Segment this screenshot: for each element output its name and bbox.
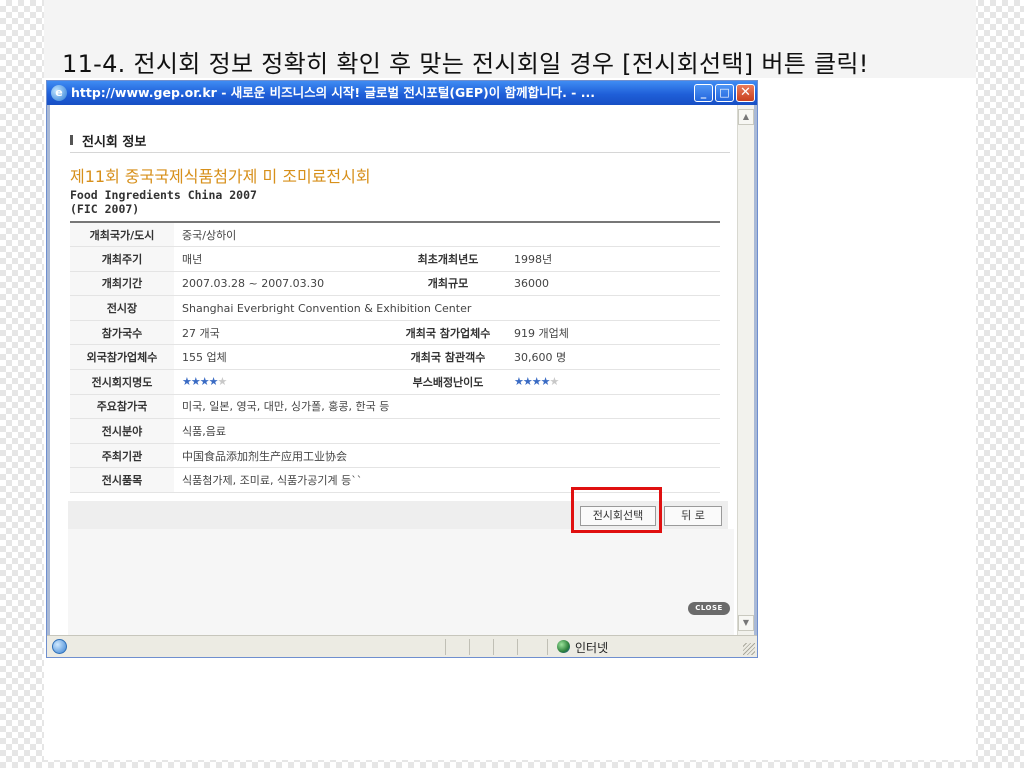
status-divider (469, 639, 470, 655)
row-value: 36000 (506, 271, 720, 297)
table-row: 전시분야 식품,음료 (70, 418, 720, 444)
window-titlebar[interactable]: e http://www.gep.or.kr - 새로운 비즈니스의 시작! 글… (47, 81, 757, 105)
row-label: 최초개최년도 (390, 246, 506, 272)
row-label: 전시품목 (70, 467, 174, 494)
page-status-icon (52, 639, 67, 654)
table-row: 외국참가업체수 155 업체 개최국 참관객수 30,600 명 (70, 344, 720, 371)
table-row: 참가국수 27 개국 개최국 참가업체수 919 개업체 (70, 320, 720, 346)
row-value: 919 개업체 (506, 320, 720, 346)
row-value: 27 개국 (174, 320, 390, 346)
star-filled-icon: ★ (190, 375, 201, 389)
row-value: Shanghai Everbright Convention & Exhibit… (174, 295, 720, 321)
table-row: 주요참가국 미국, 일본, 영국, 대만, 싱가폴, 홍콩, 한국 등 (70, 394, 720, 420)
scroll-up-arrow-icon[interactable]: ▲ (738, 109, 754, 125)
event-name-english-line2: (FIC 2007) (70, 202, 140, 216)
row-label: 부스배정난이도 (390, 369, 506, 395)
table-row: 전시장 Shanghai Everbright Convention & Exh… (70, 295, 720, 321)
browser-client-area: CLOSE 전시회 정보 제11회 중국국제식품첨가제 미 조미료전시회 Foo… (47, 105, 757, 635)
window-title: http://www.gep.or.kr - 새로운 비즈니스의 시작! 글로벌… (71, 85, 595, 100)
scroll-down-arrow-icon[interactable]: ▼ (738, 615, 754, 631)
status-bar: 인터넷 (47, 635, 757, 657)
maximize-icon[interactable]: □ (715, 84, 734, 102)
browser-popup-window: e http://www.gep.or.kr - 새로운 비즈니스의 시작! 글… (46, 80, 758, 658)
row-label: 참가국수 (70, 320, 174, 346)
row-label: 전시장 (70, 295, 174, 321)
star-filled-icon: ★ (540, 375, 551, 389)
internet-zone-icon (557, 640, 570, 653)
close-icon[interactable]: ✕ (736, 84, 755, 102)
row-value: 中国食品添加剂生产应用工业协会 (174, 443, 720, 469)
star-filled-icon: ★ (514, 375, 524, 389)
table-row: 개최국가/도시 중국/상하이 (70, 222, 720, 248)
star-filled-icon: ★ (522, 375, 533, 389)
row-value: 30,600 명 (506, 344, 720, 371)
slide-header: 11-4. 전시회 정보 정확히 확인 후 맞는 전시회일 경우 [전시회선택]… (44, 0, 976, 78)
row-value: 미국, 일본, 영국, 대만, 싱가폴, 홍콩, 한국 등 (174, 394, 720, 420)
exhibition-info-table: 개최국가/도시 중국/상하이 개최주기 매년 최초개최년도 1998년 개최기간… (70, 221, 720, 494)
row-label: 전시회지명도 (70, 369, 174, 395)
row-label: 개최기간 (70, 271, 174, 297)
row-value: 매년 (174, 246, 390, 272)
page-footer: CLOSE (68, 529, 734, 635)
section-header: 전시회 정보 (70, 129, 730, 153)
table-row: 전시회지명도 ★★★★★ 부스배정난이도 ★★★★★ (70, 369, 720, 395)
row-value: 중국/상하이 (174, 222, 720, 248)
star-filled-icon: ★ (531, 375, 542, 389)
star-rating: ★★★★★ (514, 375, 560, 389)
row-label: 외국참가업체수 (70, 344, 174, 371)
highlight-box (571, 487, 662, 533)
row-value: 식품,음료 (174, 418, 720, 444)
section-title: 전시회 정보 (82, 135, 147, 150)
row-label: 전시분야 (70, 418, 174, 444)
row-label: 개최주기 (70, 246, 174, 272)
table-row: 개최기간 2007.03.28 ~ 2007.03.30 개최규모 36000 (70, 271, 720, 297)
star-filled-icon: ★ (208, 375, 219, 389)
table-row: 개최주기 매년 최초개최년도 1998년 (70, 246, 720, 272)
vertical-scrollbar[interactable]: ▲ ▼ (737, 105, 754, 635)
status-divider (493, 639, 494, 655)
resize-grip-icon[interactable] (743, 643, 755, 655)
status-divider (547, 639, 548, 655)
row-value: 1998년 (506, 246, 720, 272)
star-empty-icon: ★ (549, 375, 560, 389)
slide: 11-4. 전시회 정보 정확히 확인 후 맞는 전시회일 경우 [전시회선택]… (44, 0, 976, 760)
star-filled-icon: ★ (199, 375, 210, 389)
row-label: 개최국 참가업체수 (390, 320, 506, 346)
row-label: 개최국가/도시 (70, 222, 174, 248)
event-name-english-line1: Food Ingredients China 2007 (70, 188, 257, 202)
row-value: 2007.03.28 ~ 2007.03.30 (174, 271, 390, 297)
slide-title: 11-4. 전시회 정보 정확히 확인 후 맞는 전시회일 경우 [전시회선택]… (62, 50, 869, 78)
event-name-english: Food Ingredients China 2007 (FIC 2007) (70, 188, 257, 216)
row-label: 개최규모 (390, 271, 506, 297)
status-divider (445, 639, 446, 655)
section-bullet-icon (70, 135, 73, 145)
security-zone-label: 인터넷 (575, 641, 609, 655)
star-filled-icon: ★ (182, 375, 192, 389)
event-name-korean: 제11회 중국국제식품첨가제 미 조미료전시회 (70, 167, 371, 186)
row-label: 주최기관 (70, 443, 174, 469)
status-divider (517, 639, 518, 655)
booth-difficulty-star-rating: ★★★★★ (506, 369, 720, 395)
ie-page-icon: e (51, 85, 67, 101)
table-row: 주최기관 中国食品添加剂生产应用工业协会 (70, 443, 720, 469)
back-button[interactable]: 뒤 로 (664, 506, 722, 526)
awareness-star-rating: ★★★★★ (174, 369, 390, 395)
exhibition-info-page: CLOSE 전시회 정보 제11회 중국국제식품첨가제 미 조미료전시회 Foo… (68, 105, 734, 635)
star-empty-icon: ★ (217, 375, 228, 389)
minimize-icon[interactable]: _ (694, 84, 713, 102)
row-label: 주요참가국 (70, 394, 174, 420)
row-label: 개최국 참관객수 (390, 344, 506, 371)
row-value: 155 업체 (174, 344, 390, 371)
star-rating: ★★★★★ (182, 375, 228, 389)
close-button[interactable]: CLOSE (688, 602, 730, 615)
